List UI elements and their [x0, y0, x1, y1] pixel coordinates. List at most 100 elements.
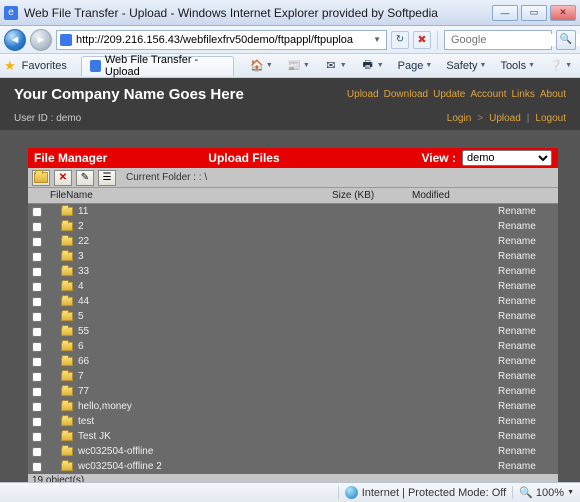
- table-row[interactable]: hello,moneyRename: [28, 399, 558, 414]
- row-rename-link[interactable]: Rename: [498, 311, 558, 322]
- row-checkbox[interactable]: [32, 372, 42, 382]
- row-checkbox[interactable]: [32, 252, 42, 262]
- link-download[interactable]: Download: [384, 89, 428, 100]
- link-upload[interactable]: Upload: [347, 89, 379, 100]
- forward-button[interactable]: ►: [30, 29, 52, 51]
- browser-tab[interactable]: Web File Transfer - Upload: [81, 56, 234, 76]
- stop-button[interactable]: ✖: [413, 31, 431, 49]
- row-rename-link[interactable]: Rename: [498, 326, 558, 337]
- table-row[interactable]: 3Rename: [28, 249, 558, 264]
- row-checkbox[interactable]: [32, 297, 42, 307]
- row-rename-link[interactable]: Rename: [498, 461, 558, 472]
- link-account[interactable]: Account: [470, 89, 506, 100]
- row-rename-link[interactable]: Rename: [498, 386, 558, 397]
- link-update[interactable]: Update: [433, 89, 465, 100]
- table-row[interactable]: 11Rename: [28, 204, 558, 219]
- row-rename-link[interactable]: Rename: [498, 356, 558, 367]
- row-rename-link[interactable]: Rename: [498, 296, 558, 307]
- refresh-button[interactable]: ↻: [391, 31, 409, 49]
- tools-menu[interactable]: Tools▼: [496, 58, 539, 74]
- view-select[interactable]: demo: [462, 150, 552, 166]
- table-row[interactable]: 7Rename: [28, 369, 558, 384]
- address-bar[interactable]: ▼: [56, 30, 387, 50]
- table-row[interactable]: wc032504-offline 2Rename: [28, 459, 558, 474]
- table-row[interactable]: 4Rename: [28, 279, 558, 294]
- row-rename-link[interactable]: Rename: [498, 266, 558, 277]
- crumb-logout[interactable]: Logout: [535, 113, 566, 124]
- table-row[interactable]: wc032504-offlineRename: [28, 444, 558, 459]
- row-checkbox[interactable]: [32, 267, 42, 277]
- row-checkbox[interactable]: [32, 447, 42, 457]
- home-button[interactable]: 🏠▼: [246, 57, 277, 75]
- row-checkbox[interactable]: [32, 342, 42, 352]
- row-filename: 55: [78, 326, 89, 337]
- row-checkbox[interactable]: [32, 207, 42, 217]
- address-input[interactable]: [76, 34, 371, 46]
- link-about[interactable]: About: [540, 89, 566, 100]
- table-row[interactable]: 55 Rename: [28, 324, 558, 339]
- maximize-button[interactable]: ▭: [521, 5, 547, 21]
- row-checkbox[interactable]: [32, 432, 42, 442]
- mail-button[interactable]: ✉▼: [320, 57, 351, 75]
- table-row[interactable]: 77Rename: [28, 384, 558, 399]
- file-manager-header: File Manager Upload Files View : demo: [28, 148, 558, 168]
- row-rename-link[interactable]: Rename: [498, 236, 558, 247]
- open-folder-button[interactable]: [32, 170, 50, 186]
- row-checkbox[interactable]: [32, 387, 42, 397]
- feeds-button[interactable]: 📰▼: [283, 57, 314, 75]
- table-row[interactable]: 44Rename: [28, 294, 558, 309]
- row-checkbox[interactable]: [32, 402, 42, 412]
- table-row[interactable]: 6Rename: [28, 339, 558, 354]
- table-row[interactable]: 66Rename: [28, 354, 558, 369]
- table-row[interactable]: 2Rename: [28, 219, 558, 234]
- row-rename-link[interactable]: Rename: [498, 446, 558, 457]
- row-rename-link[interactable]: Rename: [498, 371, 558, 382]
- col-filename[interactable]: FileName: [46, 188, 328, 203]
- rename-button[interactable]: ✎: [76, 170, 94, 186]
- delete-button[interactable]: ✕: [54, 170, 72, 186]
- back-button[interactable]: ◄: [4, 29, 26, 51]
- zoom-control[interactable]: 🔍 100% ▼: [512, 486, 574, 499]
- safety-menu[interactable]: Safety▼: [442, 58, 490, 74]
- upload-files-label[interactable]: Upload Files: [178, 151, 279, 165]
- table-row[interactable]: 5Rename: [28, 309, 558, 324]
- favorites-star-icon[interactable]: ★: [4, 58, 16, 74]
- table-row[interactable]: testRename: [28, 414, 558, 429]
- row-checkbox[interactable]: [32, 357, 42, 367]
- crumb-upload[interactable]: Upload: [489, 113, 521, 124]
- row-checkbox[interactable]: [32, 282, 42, 292]
- security-zone[interactable]: Internet | Protected Mode: Off: [338, 486, 507, 499]
- row-rename-link[interactable]: Rename: [498, 281, 558, 292]
- search-box[interactable]: [444, 30, 552, 50]
- col-size[interactable]: Size (KB): [328, 188, 408, 203]
- page-menu[interactable]: Page▼: [394, 58, 437, 74]
- table-row[interactable]: 33Rename: [28, 264, 558, 279]
- crumb-login[interactable]: Login: [447, 113, 471, 124]
- row-checkbox[interactable]: [32, 417, 42, 427]
- row-rename-link[interactable]: Rename: [498, 251, 558, 262]
- row-rename-link[interactable]: Rename: [498, 416, 558, 427]
- row-checkbox[interactable]: [32, 222, 42, 232]
- properties-button[interactable]: ☰: [98, 170, 116, 186]
- col-modified[interactable]: Modified: [408, 188, 498, 203]
- row-checkbox[interactable]: [32, 327, 42, 337]
- table-row[interactable]: 22Rename: [28, 234, 558, 249]
- link-links[interactable]: Links: [512, 89, 535, 100]
- minimize-button[interactable]: —: [492, 5, 518, 21]
- zoom-dropdown-icon[interactable]: ▼: [567, 489, 574, 496]
- help-button[interactable]: ❔▼: [545, 57, 576, 75]
- row-rename-link[interactable]: Rename: [498, 341, 558, 352]
- row-rename-link[interactable]: Rename: [498, 431, 558, 442]
- print-button[interactable]: 🖶▼: [357, 57, 388, 75]
- close-button[interactable]: ✕: [550, 5, 576, 21]
- row-checkbox[interactable]: [32, 312, 42, 322]
- row-rename-link[interactable]: Rename: [498, 401, 558, 412]
- search-button[interactable]: 🔍: [556, 30, 576, 50]
- row-checkbox[interactable]: [32, 462, 42, 472]
- favorites-label[interactable]: Favorites: [22, 60, 67, 72]
- row-checkbox[interactable]: [32, 237, 42, 247]
- row-rename-link[interactable]: Rename: [498, 206, 558, 217]
- row-rename-link[interactable]: Rename: [498, 221, 558, 232]
- table-row[interactable]: Test JKRename: [28, 429, 558, 444]
- address-dropdown-icon[interactable]: ▼: [371, 35, 383, 44]
